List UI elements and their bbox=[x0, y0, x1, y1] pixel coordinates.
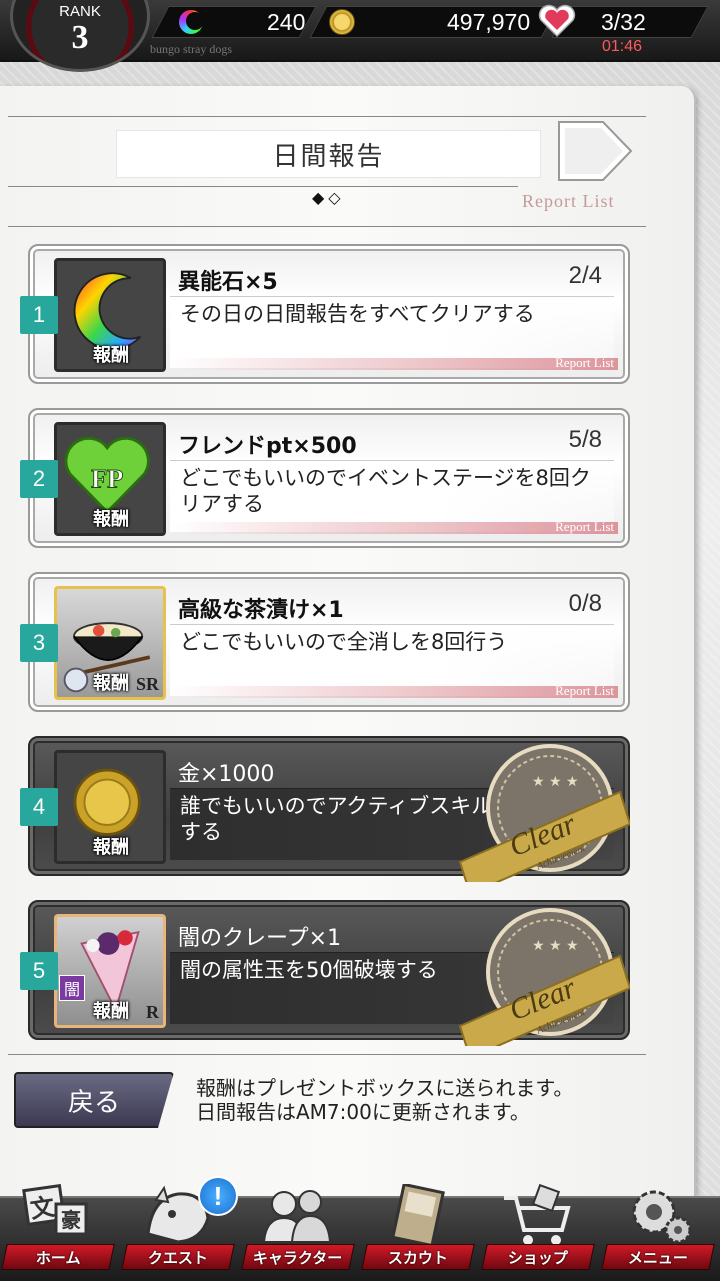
next-page-arrow[interactable] bbox=[557, 120, 633, 182]
home-bundo-icon: 文 豪 bbox=[22, 1184, 88, 1236]
reward-tag: 報酬 bbox=[93, 673, 129, 694]
mission-card[interactable]: 1 報酬 異能石×5 2/4 その日の日間報告をすべてクリアする Report … bbox=[20, 244, 630, 384]
mission-number: 2 bbox=[20, 460, 58, 498]
mission-progress: 5/8 bbox=[568, 426, 602, 453]
progress-strip bbox=[170, 358, 618, 370]
coin-count: 497,970 bbox=[447, 8, 531, 35]
report-list-link[interactable]: Report List bbox=[522, 191, 615, 212]
stone-count: 240 bbox=[267, 8, 306, 35]
reward-thumbnail: 報酬 bbox=[54, 258, 166, 372]
svg-text:★ ★ ★: ★ ★ ★ bbox=[532, 774, 579, 790]
clear-stamp-icon: ★ ★ ★ Clear Achievement bbox=[458, 744, 630, 882]
svg-text:文: 文 bbox=[29, 1193, 58, 1224]
nav-menu-button[interactable]: メニュー bbox=[601, 1184, 715, 1276]
mission-card[interactable]: 5 闇 報酬 R 闇のクレープ×1 闇の属性玉を50個破壊する ★ ★ ★ Cl… bbox=[20, 900, 630, 1046]
page-indicator: ◆◇ bbox=[312, 188, 345, 207]
reward-tag: 報酬 bbox=[93, 345, 129, 366]
nav-scout-button[interactable]: スカウト bbox=[361, 1184, 475, 1276]
character-silhouette-icon bbox=[262, 1190, 332, 1243]
divider bbox=[8, 1054, 646, 1055]
reward-title: 異能石×5 bbox=[178, 270, 278, 295]
reward-thumbnail: FP 報酬 bbox=[54, 422, 166, 536]
svg-text:FP: FP bbox=[91, 464, 123, 494]
reward-tag: 報酬 bbox=[93, 837, 129, 858]
back-button-label: 戻る bbox=[68, 1087, 121, 1118]
coin-counter: 497,970 bbox=[309, 6, 559, 38]
mission-progress: 0/8 bbox=[568, 590, 602, 617]
nav-character-button[interactable]: キャラクター bbox=[241, 1184, 355, 1276]
notice-text: 報酬はプレゼントボックスに送られます。 日間報告はAM7:00に更新されます。 bbox=[196, 1076, 573, 1124]
divider bbox=[8, 226, 646, 227]
mission-number: 4 bbox=[20, 788, 58, 826]
nav-quest-label: クエスト bbox=[147, 1248, 208, 1267]
nav-menu-label: メニュー bbox=[627, 1248, 688, 1267]
mission-progress: 2/4 bbox=[568, 262, 602, 289]
nav-character-label: キャラクター bbox=[253, 1248, 343, 1267]
reward-title: 金×1000 bbox=[178, 762, 275, 787]
divider bbox=[8, 186, 518, 187]
notice-line-2: 日間報告はAM7:00に更新されます。 bbox=[196, 1100, 530, 1124]
svg-text:★ ★ ★: ★ ★ ★ bbox=[532, 938, 579, 954]
scout-book-icon bbox=[391, 1184, 445, 1248]
stone-counter: 240 bbox=[151, 6, 317, 38]
back-button[interactable]: 戻る bbox=[14, 1072, 174, 1128]
progress-strip bbox=[170, 522, 618, 534]
nav-shop-button[interactable]: ショップ bbox=[481, 1184, 595, 1276]
strip-text: Report List bbox=[555, 683, 614, 698]
clear-stamp-icon: ★ ★ ★ Clear Achievement bbox=[458, 908, 630, 1046]
progress-strip bbox=[170, 686, 618, 698]
quest-alert-badge: ! bbox=[198, 1176, 238, 1216]
shop-cart-icon bbox=[504, 1184, 571, 1245]
menu-gear-icon bbox=[632, 1190, 692, 1244]
page-title: 日間報告 bbox=[116, 130, 541, 178]
rank-value: 3 bbox=[71, 19, 89, 56]
svg-text:豪: 豪 bbox=[61, 1208, 81, 1232]
nav-scout-label: スカウト bbox=[387, 1248, 448, 1267]
mission-number: 1 bbox=[20, 296, 58, 334]
rank-label: RANK bbox=[59, 3, 101, 20]
reward-thumbnail: 報酬 bbox=[54, 750, 166, 864]
mission-card[interactable]: 3 報酬 SR 高級な茶漬け×1 0/8 どこでもいいので全消しを8回行う Re… bbox=[20, 572, 630, 712]
nav-home-button[interactable]: 文 豪 ホーム bbox=[1, 1184, 115, 1276]
notice-line-1: 報酬はプレゼントボックスに送られます。 bbox=[196, 1076, 574, 1100]
nav-shop-label: ショップ bbox=[507, 1248, 568, 1267]
dark-element-badge: 闇 bbox=[59, 975, 85, 1001]
reward-tag: 報酬 bbox=[93, 509, 129, 530]
strip-text: Report List bbox=[555, 355, 614, 370]
rarity-label: SR bbox=[135, 674, 159, 694]
reward-thumbnail: 闇 報酬 R bbox=[54, 914, 166, 1028]
reward-tag: 報酬 bbox=[93, 1001, 129, 1022]
mission-number: 3 bbox=[20, 624, 58, 662]
rarity-label: R bbox=[146, 1002, 159, 1022]
heart-ap-icon bbox=[538, 4, 576, 38]
ap-count: 3/32 bbox=[601, 8, 646, 35]
divider bbox=[8, 116, 646, 117]
reward-title: フレンドpt×500 bbox=[178, 434, 357, 459]
ap-timer: 01:46 bbox=[602, 38, 643, 55]
coin-icon bbox=[329, 9, 355, 35]
strip-text: Report List bbox=[555, 519, 614, 534]
game-subtitle: bungo stray dogs bbox=[150, 42, 232, 56]
reward-thumbnail: 報酬 SR bbox=[54, 586, 166, 700]
reward-title: 闇のクレープ×1 bbox=[178, 926, 342, 951]
mission-card[interactable]: 4 報酬 金×1000 誰でもいいのでアクティブスキルを3回発動する ★ ★ ★… bbox=[20, 736, 630, 882]
ability-stone-icon bbox=[179, 10, 203, 34]
nav-home-label: ホーム bbox=[35, 1248, 81, 1267]
mission-number: 5 bbox=[20, 952, 58, 990]
mission-card[interactable]: 2 FP 報酬 フレンドpt×500 5/8 どこでもいいのでイベントステージを… bbox=[20, 408, 630, 548]
reward-title: 高級な茶漬け×1 bbox=[178, 598, 344, 623]
